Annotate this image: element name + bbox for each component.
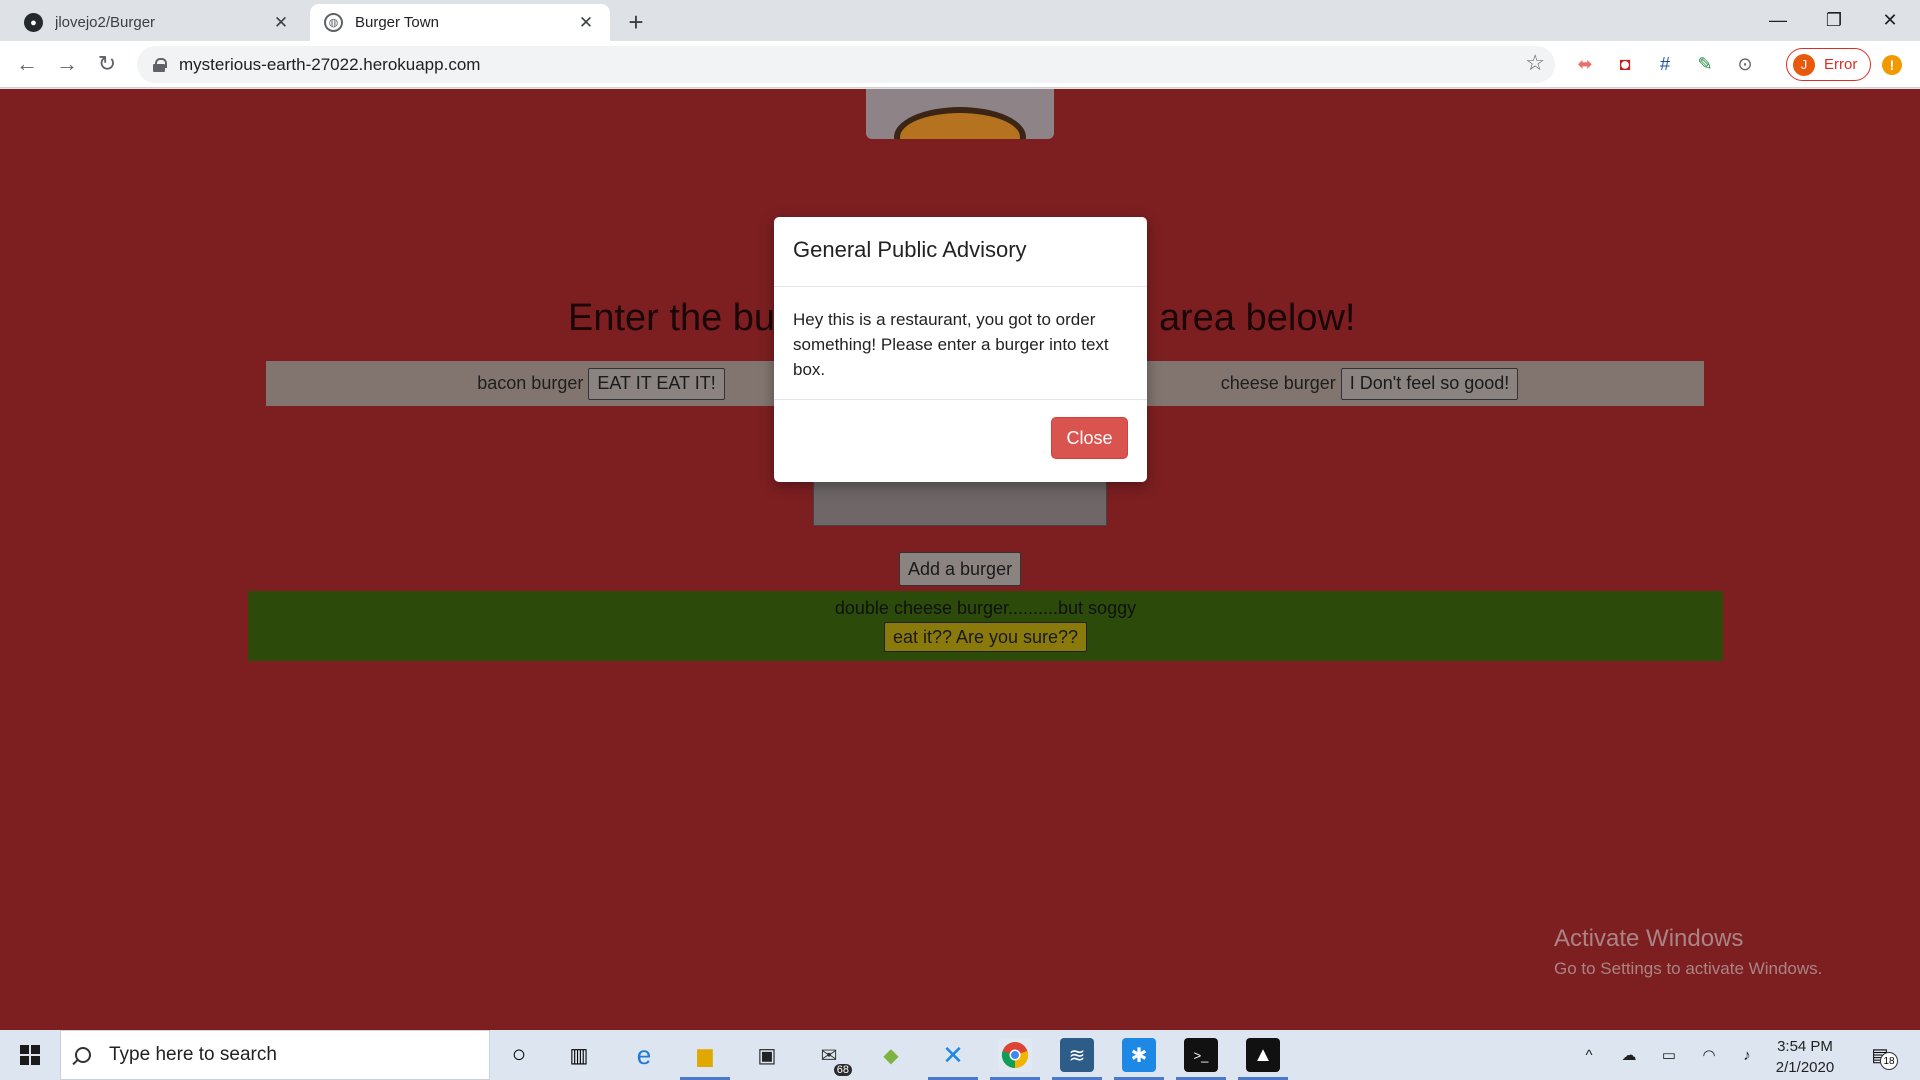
slack-icon[interactable]: ✱	[1114, 1038, 1164, 1080]
eat-burger-button[interactable]: EAT IT EAT IT!	[588, 367, 725, 400]
extension-icon[interactable]: ⬌	[1572, 51, 1598, 77]
modal-body: Hey this is a restaurant, you got to ord…	[774, 287, 1147, 400]
task-view-icon[interactable]: ▥	[562, 1038, 596, 1072]
search-placeholder: Type here to search	[109, 1044, 277, 1065]
tab-github[interactable]: ● jlovejo2/Burger ✕	[10, 4, 305, 41]
crop-icon[interactable]: #	[1652, 51, 1678, 77]
forward-icon[interactable]: →	[52, 49, 82, 79]
minimize-icon[interactable]: —	[1750, 0, 1806, 40]
lock-icon	[153, 57, 167, 72]
taskbar-search[interactable]: Type here to search	[60, 1030, 490, 1080]
gitkraken-icon[interactable]: ◆	[874, 1038, 908, 1072]
mail-badge: 68	[833, 1064, 852, 1076]
windows-taskbar: Type here to search ○ ▥ e ▆ ▣ ✉ 68 ◆ ✕ ≋ …	[0, 1030, 1920, 1080]
activate-windows-watermark: Activate Windows Go to Settings to activ…	[1554, 925, 1822, 979]
profile-status: Error	[1824, 56, 1858, 73]
clock-date: 2/1/2020	[1775, 1059, 1835, 1076]
browser-toolbar: ← → ↻ mysterious-earth-27022.herokuapp.c…	[0, 41, 1920, 88]
file-explorer-icon[interactable]: ▆	[680, 1038, 730, 1080]
github-icon: ●	[24, 13, 43, 32]
pocket-icon[interactable]: ◘	[1612, 51, 1638, 77]
page-heading-right: area below!	[1159, 297, 1356, 339]
burger-name: cheese burger	[1220, 373, 1336, 393]
cortana-icon[interactable]: ○	[502, 1038, 536, 1072]
close-tab-icon[interactable]: ✕	[576, 13, 596, 33]
restore-icon[interactable]: ❐	[1806, 0, 1862, 40]
update-alert-icon[interactable]: !	[1882, 55, 1902, 75]
profile-button[interactable]: J Error	[1786, 48, 1871, 81]
bookmark-star-icon[interactable]: ☆	[1525, 50, 1545, 76]
chrome-logo	[1001, 1042, 1029, 1069]
colorpicker-icon[interactable]: ✎	[1692, 51, 1718, 77]
store-icon[interactable]: ▣	[750, 1038, 784, 1072]
photos-icon[interactable]: ▲	[1238, 1038, 1288, 1080]
page-content: Enter the bu area below! bacon burger EA…	[0, 89, 1920, 1030]
windows-logo-icon	[20, 1045, 40, 1065]
mysql-workbench-icon[interactable]: ≋	[1052, 1038, 1102, 1080]
eat-again-button[interactable]: eat it?? Are you sure??	[883, 622, 1088, 652]
watermark-subtitle: Go to Settings to activate Windows.	[1554, 959, 1823, 978]
terminal-icon[interactable]: >_	[1176, 1038, 1226, 1080]
close-tab-icon[interactable]: ✕	[271, 13, 291, 33]
notification-count: 18	[1880, 1052, 1898, 1070]
close-button[interactable]: Close	[1051, 417, 1128, 459]
address-bar[interactable]: mysterious-earth-27022.herokuapp.com ☆	[137, 46, 1555, 83]
advisory-modal: General Public Advisory Hey this is a re…	[774, 217, 1147, 482]
back-icon[interactable]: ←	[12, 49, 42, 79]
reload-icon[interactable]: ↻	[92, 49, 122, 79]
mail-icon[interactable]: ✉ 68	[812, 1038, 852, 1076]
new-tab-icon[interactable]: +	[622, 7, 650, 37]
burger-bun-image	[894, 107, 1026, 139]
watermark-title: Activate Windows	[1554, 925, 1744, 952]
search-icon	[75, 1047, 91, 1063]
avatar: J	[1793, 53, 1815, 76]
battery-icon[interactable]: ▭	[1658, 1044, 1680, 1066]
start-button[interactable]	[0, 1030, 60, 1080]
chrome-icon[interactable]	[990, 1038, 1040, 1080]
clock-time: 3:54 PM	[1777, 1038, 1833, 1055]
globe-icon: ◍	[324, 13, 343, 32]
show-hidden-icons-icon[interactable]: ^	[1578, 1044, 1600, 1066]
tab-title: Burger Town	[355, 14, 439, 31]
burger-logo	[866, 89, 1054, 139]
page-heading-left: Enter the bu	[568, 297, 776, 339]
modal-footer: Close	[774, 400, 1147, 480]
taskbar-clock[interactable]: 3:54 PM 2/1/2020	[1770, 1036, 1840, 1078]
wifi-icon[interactable]: ◠	[1698, 1044, 1720, 1066]
burger-name: bacon burger	[477, 373, 584, 393]
modal-title: General Public Advisory	[774, 217, 1147, 287]
tab-strip: ● jlovejo2/Burger ✕ ◍ Burger Town ✕ + — …	[0, 0, 1920, 41]
close-window-icon[interactable]: ✕	[1862, 0, 1918, 40]
eat-burger-button[interactable]: I Don't feel so good!	[1340, 367, 1519, 400]
burger-name: double cheese burger..........but soggy	[834, 598, 1137, 618]
onedrive-icon[interactable]: ☁	[1618, 1044, 1640, 1066]
tab-burger-town[interactable]: ◍ Burger Town ✕	[310, 4, 610, 41]
url-text: mysterious-earth-27022.herokuapp.com	[179, 54, 481, 74]
edge-icon[interactable]: e	[627, 1038, 661, 1072]
volume-icon[interactable]: ♪	[1736, 1044, 1758, 1066]
tab-title: jlovejo2/Burger	[55, 14, 156, 31]
notification-center-icon[interactable]: ▤ 18	[1866, 1042, 1898, 1070]
devoured-burger-item: double cheese burger..........but soggy …	[248, 591, 1723, 661]
script-icon[interactable]: ⊙	[1732, 51, 1758, 77]
vscode-icon[interactable]: ✕	[928, 1038, 978, 1080]
add-burger-button[interactable]: Add a burger	[899, 552, 1022, 586]
